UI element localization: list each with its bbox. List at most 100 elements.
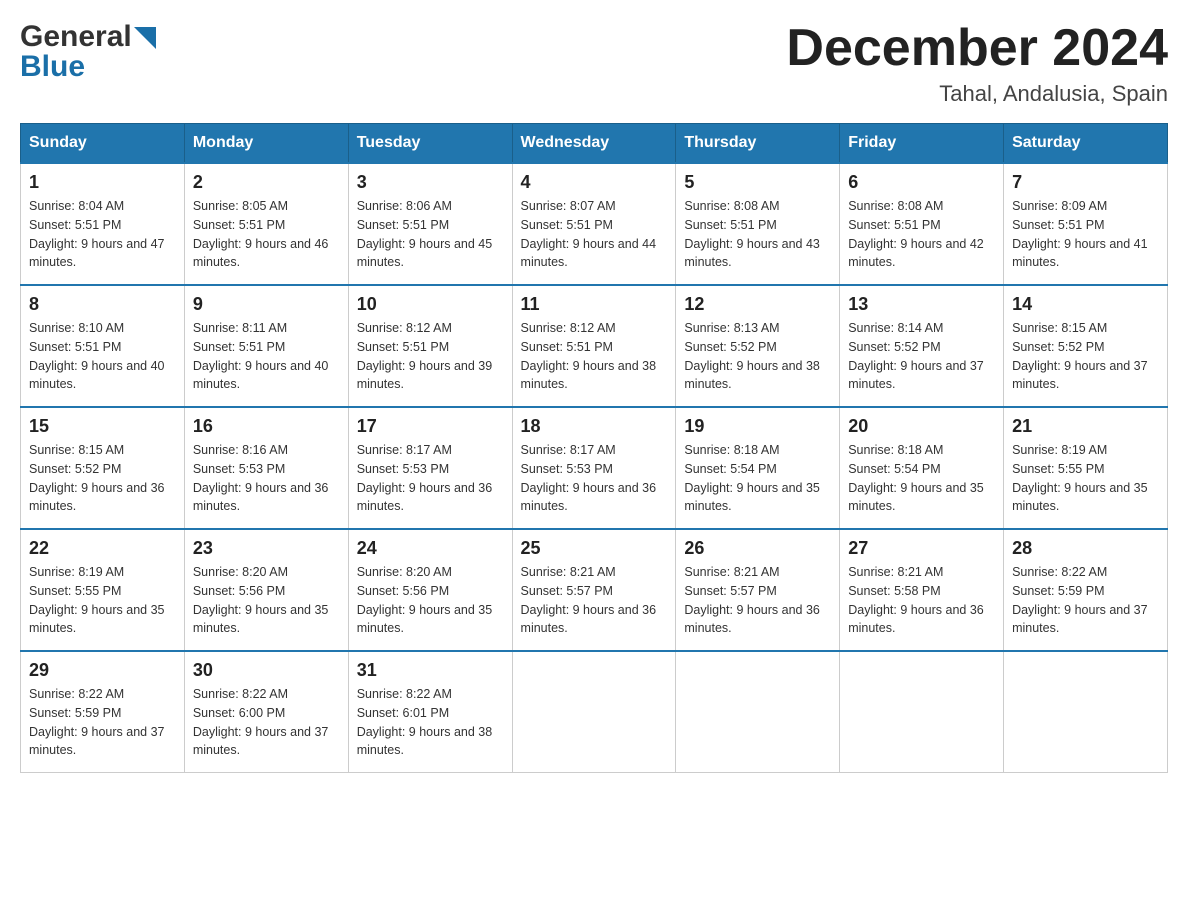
day-number: 20 [848, 416, 995, 437]
day-number: 5 [684, 172, 831, 193]
day-info: Sunrise: 8:12 AMSunset: 5:51 PMDaylight:… [521, 319, 668, 394]
day-number: 21 [1012, 416, 1159, 437]
calendar-cell: 31Sunrise: 8:22 AMSunset: 6:01 PMDayligh… [348, 651, 512, 773]
day-info: Sunrise: 8:10 AMSunset: 5:51 PMDaylight:… [29, 319, 176, 394]
calendar-cell [1004, 651, 1168, 773]
logo-blue-text: Blue [20, 50, 85, 84]
day-info: Sunrise: 8:18 AMSunset: 5:54 PMDaylight:… [848, 441, 995, 516]
column-header-thursday: Thursday [676, 124, 840, 164]
day-info: Sunrise: 8:20 AMSunset: 5:56 PMDaylight:… [193, 563, 340, 638]
day-number: 27 [848, 538, 995, 559]
day-info: Sunrise: 8:22 AMSunset: 5:59 PMDaylight:… [1012, 563, 1159, 638]
day-info: Sunrise: 8:18 AMSunset: 5:54 PMDaylight:… [684, 441, 831, 516]
calendar-cell: 20 Sunrise: 8:18 AMSunset: 5:54 PMDayligh… [840, 407, 1004, 529]
day-number: 12 [684, 294, 831, 315]
day-info: Sunrise: 8:08 AMSunset: 5:51 PMDaylight:… [848, 197, 995, 272]
day-number: 7 [1012, 172, 1159, 193]
calendar-cell: 4 Sunrise: 8:07 AMSunset: 5:51 PMDaylight… [512, 163, 676, 285]
day-info: Sunrise: 8:07 AMSunset: 5:51 PMDaylight:… [521, 197, 668, 272]
calendar-week-row: 1Sunrise: 8:04 AMSunset: 5:51 PMDaylight… [21, 163, 1168, 285]
day-number: 3 [357, 172, 504, 193]
calendar-cell: 7 Sunrise: 8:09 AMSunset: 5:51 PMDaylight… [1004, 163, 1168, 285]
calendar-cell: 8 Sunrise: 8:10 AMSunset: 5:51 PMDaylight… [21, 285, 185, 407]
calendar-cell: 23Sunrise: 8:20 AMSunset: 5:56 PMDayligh… [184, 529, 348, 651]
day-info: Sunrise: 8:17 AMSunset: 5:53 PMDaylight:… [357, 441, 504, 516]
calendar-cell: 29 Sunrise: 8:22 AMSunset: 5:59 PMDayligh… [21, 651, 185, 773]
day-number: 13 [848, 294, 995, 315]
day-number: 9 [193, 294, 340, 315]
calendar-cell: 21 Sunrise: 8:19 AMSunset: 5:55 PMDayligh… [1004, 407, 1168, 529]
day-info: Sunrise: 8:11 AMSunset: 5:51 PMDaylight:… [193, 319, 340, 394]
calendar-cell [512, 651, 676, 773]
day-number: 18 [521, 416, 668, 437]
day-number: 24 [357, 538, 504, 559]
day-info: Sunrise: 8:09 AMSunset: 5:51 PMDaylight:… [1012, 197, 1159, 272]
calendar-cell: 25Sunrise: 8:21 AMSunset: 5:57 PMDayligh… [512, 529, 676, 651]
calendar-cell: 22 Sunrise: 8:19 AMSunset: 5:55 PMDayligh… [21, 529, 185, 651]
day-info: Sunrise: 8:16 AMSunset: 5:53 PMDaylight:… [193, 441, 340, 516]
column-header-monday: Monday [184, 124, 348, 164]
calendar-header-row: SundayMondayTuesdayWednesdayThursdayFrid… [21, 124, 1168, 164]
day-number: 8 [29, 294, 176, 315]
column-header-tuesday: Tuesday [348, 124, 512, 164]
day-number: 1 [29, 172, 176, 193]
calendar-cell: 5Sunrise: 8:08 AMSunset: 5:51 PMDaylight… [676, 163, 840, 285]
calendar-cell: 14 Sunrise: 8:15 AMSunset: 5:52 PMDayligh… [1004, 285, 1168, 407]
day-info: Sunrise: 8:19 AMSunset: 5:55 PMDaylight:… [29, 563, 176, 638]
location-title: Tahal, Andalusia, Spain [786, 81, 1168, 107]
calendar-cell: 18Sunrise: 8:17 AMSunset: 5:53 PMDayligh… [512, 407, 676, 529]
day-info: Sunrise: 8:06 AMSunset: 5:51 PMDaylight:… [357, 197, 504, 272]
day-number: 4 [521, 172, 668, 193]
month-title: December 2024 [786, 20, 1168, 77]
day-info: Sunrise: 8:12 AMSunset: 5:51 PMDaylight:… [357, 319, 504, 394]
calendar-cell: 30Sunrise: 8:22 AMSunset: 6:00 PMDayligh… [184, 651, 348, 773]
calendar-cell: 9 Sunrise: 8:11 AMSunset: 5:51 PMDaylight… [184, 285, 348, 407]
calendar-cell: 6 Sunrise: 8:08 AMSunset: 5:51 PMDaylight… [840, 163, 1004, 285]
calendar-cell: 15 Sunrise: 8:15 AMSunset: 5:52 PMDayligh… [21, 407, 185, 529]
day-number: 15 [29, 416, 176, 437]
day-number: 2 [193, 172, 340, 193]
calendar-week-row: 29 Sunrise: 8:22 AMSunset: 5:59 PMDayligh… [21, 651, 1168, 773]
day-info: Sunrise: 8:19 AMSunset: 5:55 PMDaylight:… [1012, 441, 1159, 516]
calendar-cell: 28 Sunrise: 8:22 AMSunset: 5:59 PMDayligh… [1004, 529, 1168, 651]
column-header-friday: Friday [840, 124, 1004, 164]
calendar-cell: 13Sunrise: 8:14 AMSunset: 5:52 PMDayligh… [840, 285, 1004, 407]
day-info: Sunrise: 8:22 AMSunset: 6:01 PMDaylight:… [357, 685, 504, 760]
day-info: Sunrise: 8:15 AMSunset: 5:52 PMDaylight:… [1012, 319, 1159, 394]
calendar-table: SundayMondayTuesdayWednesdayThursdayFrid… [20, 123, 1168, 773]
calendar-week-row: 22 Sunrise: 8:19 AMSunset: 5:55 PMDayligh… [21, 529, 1168, 651]
calendar-cell: 1Sunrise: 8:04 AMSunset: 5:51 PMDaylight… [21, 163, 185, 285]
day-number: 10 [357, 294, 504, 315]
logo-general-text: General [20, 20, 132, 54]
calendar-cell: 11 Sunrise: 8:12 AMSunset: 5:51 PMDayligh… [512, 285, 676, 407]
calendar-cell: 24 Sunrise: 8:20 AMSunset: 5:56 PMDayligh… [348, 529, 512, 651]
day-number: 29 [29, 660, 176, 681]
calendar-cell: 26 Sunrise: 8:21 AMSunset: 5:57 PMDayligh… [676, 529, 840, 651]
day-info: Sunrise: 8:20 AMSunset: 5:56 PMDaylight:… [357, 563, 504, 638]
day-number: 25 [521, 538, 668, 559]
day-info: Sunrise: 8:05 AMSunset: 5:51 PMDaylight:… [193, 197, 340, 272]
day-number: 26 [684, 538, 831, 559]
day-info: Sunrise: 8:15 AMSunset: 5:52 PMDaylight:… [29, 441, 176, 516]
calendar-cell: 12Sunrise: 8:13 AMSunset: 5:52 PMDayligh… [676, 285, 840, 407]
day-number: 14 [1012, 294, 1159, 315]
title-area: December 2024 Tahal, Andalusia, Spain [786, 20, 1168, 107]
calendar-week-row: 15 Sunrise: 8:15 AMSunset: 5:52 PMDayligh… [21, 407, 1168, 529]
day-info: Sunrise: 8:22 AMSunset: 6:00 PMDaylight:… [193, 685, 340, 760]
column-header-sunday: Sunday [21, 124, 185, 164]
day-number: 22 [29, 538, 176, 559]
calendar-cell: 17Sunrise: 8:17 AMSunset: 5:53 PMDayligh… [348, 407, 512, 529]
day-number: 28 [1012, 538, 1159, 559]
calendar-cell: 16Sunrise: 8:16 AMSunset: 5:53 PMDayligh… [184, 407, 348, 529]
day-info: Sunrise: 8:21 AMSunset: 5:57 PMDaylight:… [684, 563, 831, 638]
day-info: Sunrise: 8:21 AMSunset: 5:58 PMDaylight:… [848, 563, 995, 638]
column-header-wednesday: Wednesday [512, 124, 676, 164]
logo-arrow-icon [134, 27, 156, 49]
day-number: 6 [848, 172, 995, 193]
calendar-cell [676, 651, 840, 773]
calendar-cell: 27 Sunrise: 8:21 AMSunset: 5:58 PMDayligh… [840, 529, 1004, 651]
column-header-saturday: Saturday [1004, 124, 1168, 164]
day-info: Sunrise: 8:22 AMSunset: 5:59 PMDaylight:… [29, 685, 176, 760]
day-number: 11 [521, 294, 668, 315]
calendar-cell: 3 Sunrise: 8:06 AMSunset: 5:51 PMDaylight… [348, 163, 512, 285]
